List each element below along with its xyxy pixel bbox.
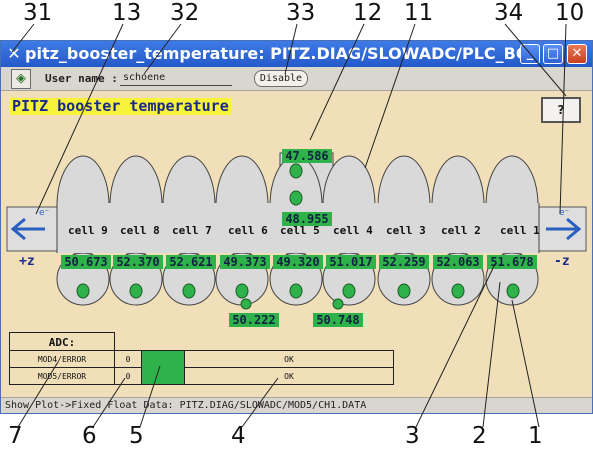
- cell-label-5: cell 5: [280, 224, 320, 237]
- sensor-icon: [182, 283, 196, 299]
- cell-temp-6[interactable]: 49.373: [220, 255, 270, 269]
- sensor-icon: [129, 283, 143, 299]
- sensor-icon: [235, 283, 249, 299]
- cell-label-6: cell 6: [228, 224, 268, 237]
- panel-title: PITZ booster temperature: [10, 97, 231, 115]
- cell-temp-1[interactable]: 51.678: [487, 255, 537, 269]
- window-title: pitz_booster_temperature: PITZ.DIAG/SLOW…: [25, 44, 521, 63]
- adc-label-mod5: MOD5/ERROR: [9, 367, 115, 385]
- cell-label-1: cell 1: [500, 224, 540, 237]
- sensor-icon: [76, 283, 90, 299]
- status-bar: Show Plot->Fixed Float Data: PITZ.DIAG/S…: [1, 397, 592, 413]
- minimize-button[interactable]: _: [520, 44, 540, 64]
- callout-5: 5: [129, 423, 144, 449]
- cell-label-9: cell 9: [68, 224, 108, 237]
- svg-text:e⁻: e⁻: [39, 208, 50, 218]
- svg-text:e⁻: e⁻: [559, 208, 570, 218]
- callout-34: 34: [494, 0, 524, 26]
- callout-10: 10: [555, 0, 585, 26]
- callout-33: 33: [286, 0, 316, 26]
- callout-13: 13: [112, 0, 142, 26]
- plus-z-label: +z: [19, 254, 35, 269]
- user-name-label: User name :: [45, 72, 118, 85]
- cell-label-3: cell 3: [386, 224, 426, 237]
- adc-value-mod4: 0: [114, 350, 142, 368]
- adc-header: ADC:: [9, 332, 115, 351]
- callout-7: 7: [8, 423, 23, 449]
- sensor-icon: [289, 163, 303, 179]
- sensor-icon: [397, 283, 411, 299]
- callout-2: 2: [472, 423, 487, 449]
- cell-temp-7[interactable]: 52.621: [166, 255, 216, 269]
- close-button[interactable]: ✕: [567, 44, 587, 64]
- booster-panel: e⁻ e⁻ PITZ booster temperature ? 47.586 …: [1, 91, 592, 397]
- adc-error-indicator[interactable]: [141, 350, 185, 385]
- adc-value-mod5: 0: [114, 367, 142, 385]
- callout-1: 1: [528, 423, 543, 449]
- sensor-icon: [289, 190, 303, 206]
- sensor-icon: [342, 283, 356, 299]
- cell-temp-9[interactable]: 50.673: [61, 255, 111, 269]
- app-icon[interactable]: ✕: [5, 45, 23, 63]
- maximize-button[interactable]: □: [543, 44, 563, 64]
- cell-temp-3[interactable]: 52.259: [379, 255, 429, 269]
- callout-4: 4: [231, 423, 246, 449]
- callout-11: 11: [404, 0, 434, 26]
- sensor-icon: [240, 298, 252, 310]
- cell-label-8: cell 8: [120, 224, 160, 237]
- user-name-field[interactable]: schoene: [120, 71, 232, 86]
- toolbar: ◈ User name : schoene Disable: [1, 67, 592, 91]
- tool-icon[interactable]: ◈: [11, 69, 31, 89]
- adc-status-mod5: OK: [184, 367, 394, 385]
- cell-temp-5[interactable]: 49.320: [273, 255, 323, 269]
- adc-status-mod4: OK: [184, 350, 394, 368]
- app-window: ✕ pitz_booster_temperature: PITZ.DIAG/SL…: [0, 40, 593, 414]
- callout-6: 6: [82, 423, 97, 449]
- callout-12: 12: [353, 0, 383, 26]
- sensor-icon: [289, 283, 303, 299]
- coupler-temp-top[interactable]: 47.586: [282, 149, 332, 163]
- extra-temp-2[interactable]: 50.748: [313, 313, 363, 327]
- cell-temp-4[interactable]: 51.017: [326, 255, 376, 269]
- sensor-icon: [332, 298, 344, 310]
- cell-label-4: cell 4: [333, 224, 373, 237]
- callout-31: 31: [23, 0, 53, 26]
- sensor-icon: [506, 283, 520, 299]
- minus-z-label: -z: [554, 254, 570, 269]
- extra-temp-1[interactable]: 50.222: [229, 313, 279, 327]
- cell-temp-8[interactable]: 52.370: [113, 255, 163, 269]
- adc-label-mod4: MOD4/ERROR: [9, 350, 115, 368]
- cell-temp-2[interactable]: 52.063: [433, 255, 483, 269]
- callout-3: 3: [405, 423, 420, 449]
- cell-label-7: cell 7: [172, 224, 212, 237]
- disable-button[interactable]: Disable: [254, 70, 308, 87]
- cell-label-2: cell 2: [441, 224, 481, 237]
- callout-32: 32: [170, 0, 200, 26]
- title-bar[interactable]: ✕ pitz_booster_temperature: PITZ.DIAG/SL…: [1, 41, 592, 67]
- sensor-icon: [451, 283, 465, 299]
- help-button[interactable]: ?: [541, 97, 581, 123]
